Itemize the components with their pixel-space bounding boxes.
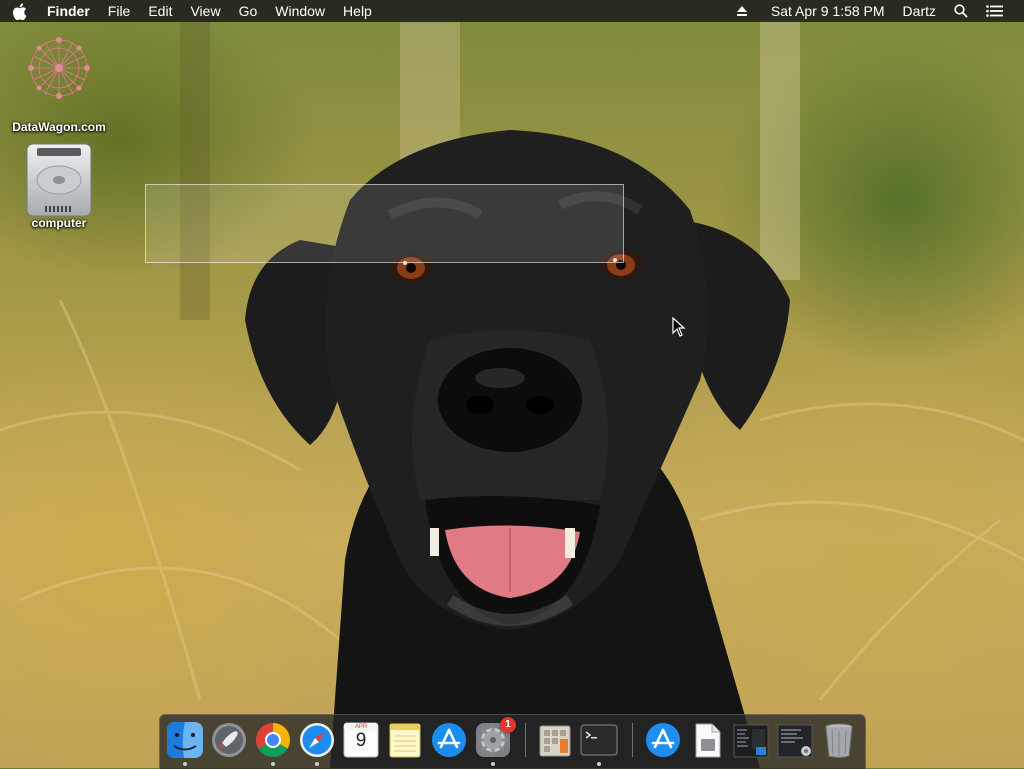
finder-icon (167, 722, 203, 758)
dock-item-system-preferences[interactable]: 1 (474, 717, 516, 759)
dock-item-calendar[interactable]: APR 9 (342, 721, 380, 759)
menu-window[interactable]: Window (266, 0, 334, 22)
apple-menu-icon[interactable] (0, 2, 38, 20)
launchpad-icon (212, 723, 246, 757)
desktop-item-label: DataWagon.com (12, 120, 106, 134)
menubar-clock[interactable]: Sat Apr 9 1:58 PM (757, 0, 894, 22)
desktop-item-datawagon[interactable]: DataWagon.com (4, 28, 114, 134)
desktop-wallpaper (0, 0, 1024, 768)
dock-item-script-editor[interactable] (536, 721, 574, 759)
dock-item-document[interactable] (688, 721, 726, 759)
dock-item-app-store[interactable] (430, 721, 468, 759)
terminal-icon (580, 724, 618, 756)
dock-item-recent[interactable] (776, 721, 814, 759)
document-icon (695, 723, 721, 758)
desktop-item-computer[interactable]: computer (4, 142, 114, 230)
running-indicator (271, 762, 275, 766)
dock-item-terminal[interactable] (580, 721, 618, 759)
script-editor-icon (539, 725, 571, 757)
dock-item-launchpad[interactable] (210, 721, 248, 759)
menu-file[interactable]: File (99, 0, 140, 22)
running-indicator (315, 762, 319, 766)
dock-item-chrome[interactable] (254, 721, 292, 759)
dock-item-finder[interactable] (166, 721, 204, 759)
app-store-icon (432, 723, 466, 757)
notification-center-icon[interactable] (977, 5, 1012, 17)
notes-icon (389, 723, 421, 758)
menu-go[interactable]: Go (230, 0, 267, 22)
spotlight-icon[interactable] (945, 4, 977, 18)
datawagon-logo (28, 37, 90, 99)
calendar-day: 9 (355, 730, 367, 751)
dock: APR 9 1 (159, 714, 866, 769)
menu-finder[interactable]: Finder (38, 0, 99, 22)
dock-separator (525, 723, 526, 757)
dock-separator (632, 723, 633, 757)
menu-edit[interactable]: Edit (139, 0, 181, 22)
hard-drive-icon (26, 143, 92, 217)
dock-item-safari[interactable] (298, 721, 336, 759)
trash-icon (825, 723, 853, 758)
recent-stack-icon (777, 724, 813, 758)
downloads-stack-icon (733, 724, 769, 758)
menu-view[interactable]: View (181, 0, 229, 22)
mouse-pointer-icon (672, 317, 686, 337)
running-indicator (183, 762, 187, 766)
chrome-icon (256, 723, 290, 757)
running-indicator (597, 762, 601, 766)
safari-icon (300, 723, 334, 757)
menubar-user[interactable]: Dartz (894, 0, 945, 22)
running-indicator (491, 762, 495, 766)
menu-help[interactable]: Help (334, 0, 381, 22)
applications-folder-icon (646, 723, 680, 757)
menu-bar: Finder File Edit View Go Window Help Sat… (0, 0, 1024, 22)
drag-selection-rectangle (145, 184, 624, 263)
desktop-item-label: computer (31, 216, 87, 230)
eject-icon[interactable] (727, 5, 757, 17)
dock-item-downloads[interactable] (732, 721, 770, 759)
notification-badge: 1 (500, 717, 516, 733)
dock-item-applications[interactable] (644, 721, 682, 759)
dock-item-trash[interactable] (820, 721, 858, 759)
dock-item-notes[interactable] (386, 721, 424, 759)
